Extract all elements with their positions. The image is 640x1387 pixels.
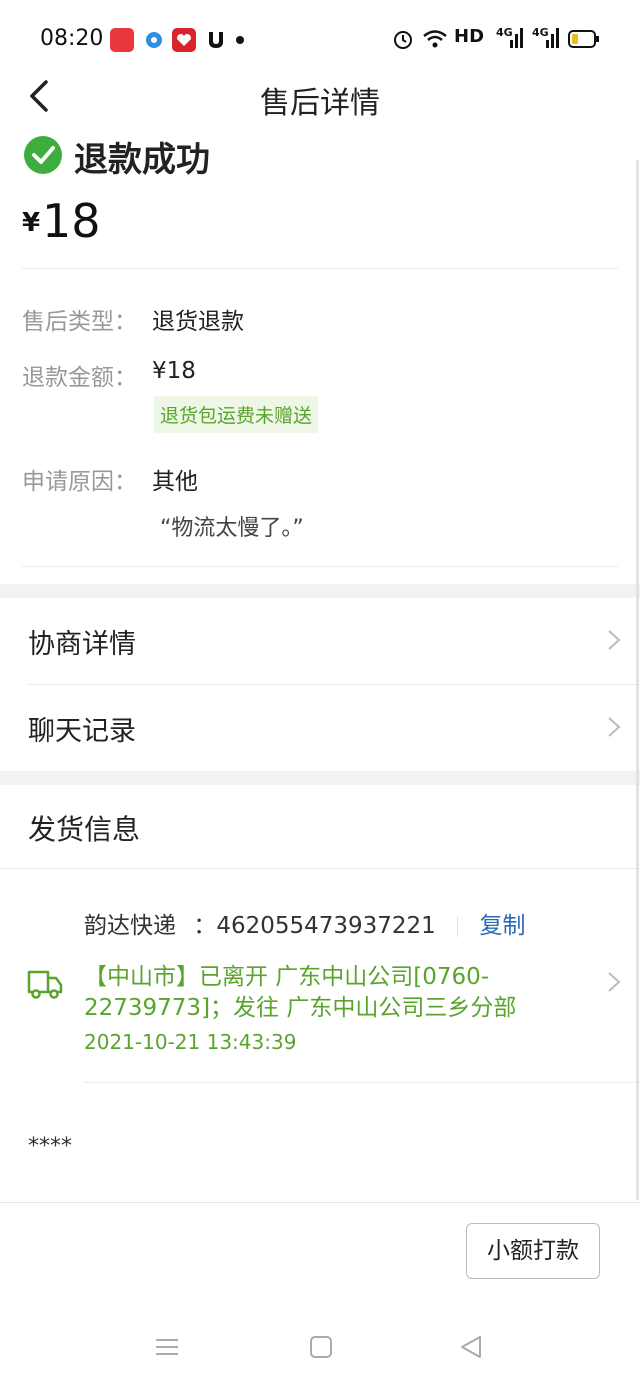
amount-value: ¥18 xyxy=(152,358,196,384)
network-label: HD xyxy=(454,26,485,47)
divider xyxy=(0,868,640,869)
refund-status-section: 退款成功 ¥ 18 售后类型： 退货退款 退款金额： ¥18 退货包运费未赠送 … xyxy=(0,136,640,584)
scrollbar[interactable] xyxy=(636,160,639,1200)
signal-4g-icon: 4G xyxy=(532,26,560,50)
app-red2-icon xyxy=(172,28,196,52)
alarm-icon xyxy=(392,28,414,54)
shipping-insurance-badge: 退货包运费未赠送 xyxy=(154,396,319,433)
type-value: 退货退款 xyxy=(152,309,244,335)
back-triangle-icon[interactable] xyxy=(458,1334,484,1364)
page-title: 售后详情 xyxy=(260,86,380,121)
negotiation-details-label: 协商详情 xyxy=(28,629,136,660)
section-gap xyxy=(0,771,640,785)
amount-label: 退款金额： xyxy=(22,365,137,391)
copy-button[interactable]: 复制 xyxy=(479,913,525,939)
courier-name: 韵达快递 xyxy=(84,913,176,939)
shipping-info-title: 发货信息 xyxy=(28,813,141,846)
tracking-time: 2021-10-21 13:43:39 xyxy=(84,1030,297,1054)
signal-4g-icon: 4G xyxy=(496,26,524,50)
home-square-icon[interactable] xyxy=(308,1334,334,1364)
section-gap xyxy=(0,584,640,598)
reason-value: 其他 xyxy=(152,469,198,495)
negotiation-details-link[interactable]: 协商详情 xyxy=(0,598,640,684)
status-time: 08:20 xyxy=(40,26,104,51)
small-payment-button[interactable]: 小额打款 xyxy=(466,1223,600,1279)
dot-icon xyxy=(236,36,244,44)
refund-amount: 18 xyxy=(42,194,101,248)
app-mouse-icon xyxy=(204,28,228,52)
app-red-icon xyxy=(110,28,134,52)
reason-quote: “物流太慢了。” xyxy=(160,516,304,541)
wifi-icon xyxy=(422,28,448,54)
check-circle-icon xyxy=(24,136,62,174)
menu-icon[interactable] xyxy=(154,1334,180,1364)
masked-text: **** xyxy=(28,1134,72,1159)
type-label: 售后类型： xyxy=(22,309,137,335)
chat-history-label: 聊天记录 xyxy=(28,716,136,747)
tracking-separator: ： xyxy=(193,913,217,939)
reason-label: 申请原因： xyxy=(22,469,137,495)
bottom-action-bar: 小额打款 xyxy=(0,1202,640,1313)
vertical-divider xyxy=(457,916,459,937)
divider xyxy=(22,566,618,567)
truck-icon xyxy=(26,966,64,1002)
chevron-right-icon xyxy=(606,628,622,652)
refund-status-title: 退款成功 xyxy=(74,140,210,180)
battery-icon xyxy=(568,29,600,53)
app-blue-icon xyxy=(142,28,166,52)
chevron-right-icon xyxy=(606,715,622,739)
chat-history-link[interactable]: 聊天记录 xyxy=(0,685,640,771)
tracking-status[interactable]: 【中山市】已离开 广东中山公司[0760-22739773]；发往 广东中山公司… xyxy=(84,962,584,1024)
chevron-right-icon[interactable] xyxy=(606,970,622,998)
tracking-number: 462055473937221 xyxy=(216,913,436,939)
amount-currency: ¥ xyxy=(22,208,41,238)
tracking-number-line: 韵达快递 ：462055473937221 复制 xyxy=(84,906,525,940)
nav-bar: 售后详情 xyxy=(0,60,640,137)
divider xyxy=(22,268,618,269)
system-nav-bar xyxy=(0,1312,640,1387)
divider xyxy=(84,1082,640,1083)
